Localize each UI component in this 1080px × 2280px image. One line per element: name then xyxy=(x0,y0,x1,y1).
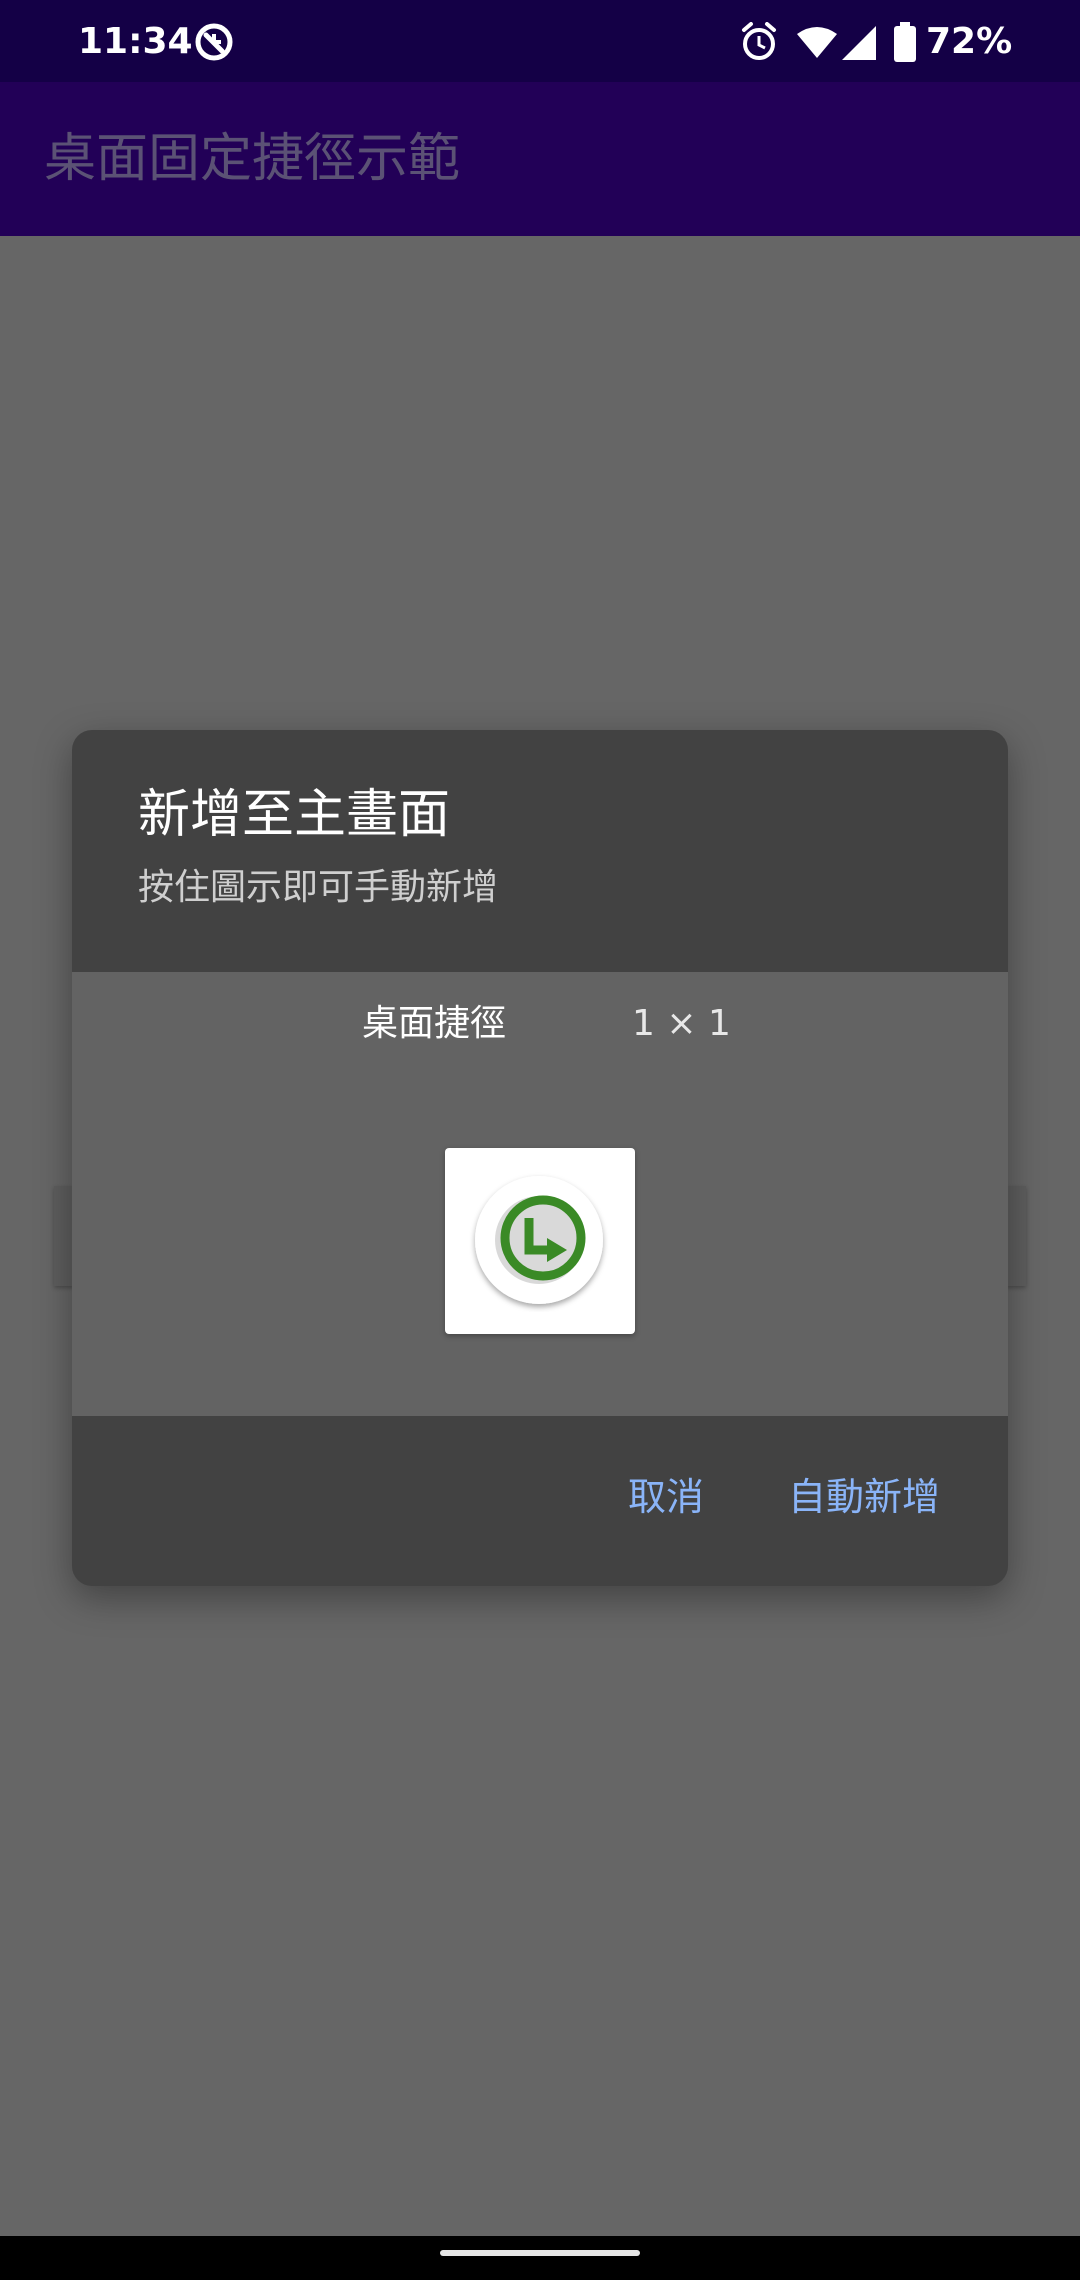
background-button-edge xyxy=(1006,1186,1026,1286)
widget-size: 1 × 1 xyxy=(632,1003,731,1044)
cancel-button[interactable]: 取消 xyxy=(628,1472,704,1522)
app-notification-icon xyxy=(195,23,233,61)
signal-icon xyxy=(842,26,876,60)
battery-percent: 72% xyxy=(926,21,1013,62)
dialog-title: 新增至主畫面 xyxy=(138,785,451,845)
dialog-subtitle: 按住圖示即可手動新增 xyxy=(138,867,499,908)
app-title: 桌面固定捷徑示範 xyxy=(44,129,461,189)
auto-add-button[interactable]: 自動新增 xyxy=(788,1472,940,1522)
widget-preview-area: 桌面捷徑 1 × 1 xyxy=(72,972,1008,1416)
dialog-header: 新增至主畫面 按住圖示即可手動新增 xyxy=(72,730,1008,972)
wifi-icon xyxy=(797,27,837,58)
add-to-home-dialog: 新增至主畫面 按住圖示即可手動新增 桌面捷徑 1 × 1 取消 自動新增 xyxy=(72,730,1008,1586)
alarm-icon xyxy=(742,22,776,60)
battery-icon xyxy=(894,22,916,62)
shortcut-arrow-icon xyxy=(475,1176,603,1304)
app-bar: 桌面固定捷徑示範 xyxy=(0,82,1080,236)
dialog-actions: 取消 自動新增 xyxy=(72,1416,1008,1586)
navigation-bar xyxy=(0,2236,1080,2280)
status-bar: 11:34 72% xyxy=(0,0,1080,82)
widget-label: 桌面捷徑 xyxy=(362,1003,507,1044)
status-time: 11:34 xyxy=(78,21,193,62)
shortcut-preview[interactable] xyxy=(445,1148,635,1334)
home-gesture-handle[interactable] xyxy=(440,2250,640,2256)
background-button-edge xyxy=(54,1186,74,1286)
